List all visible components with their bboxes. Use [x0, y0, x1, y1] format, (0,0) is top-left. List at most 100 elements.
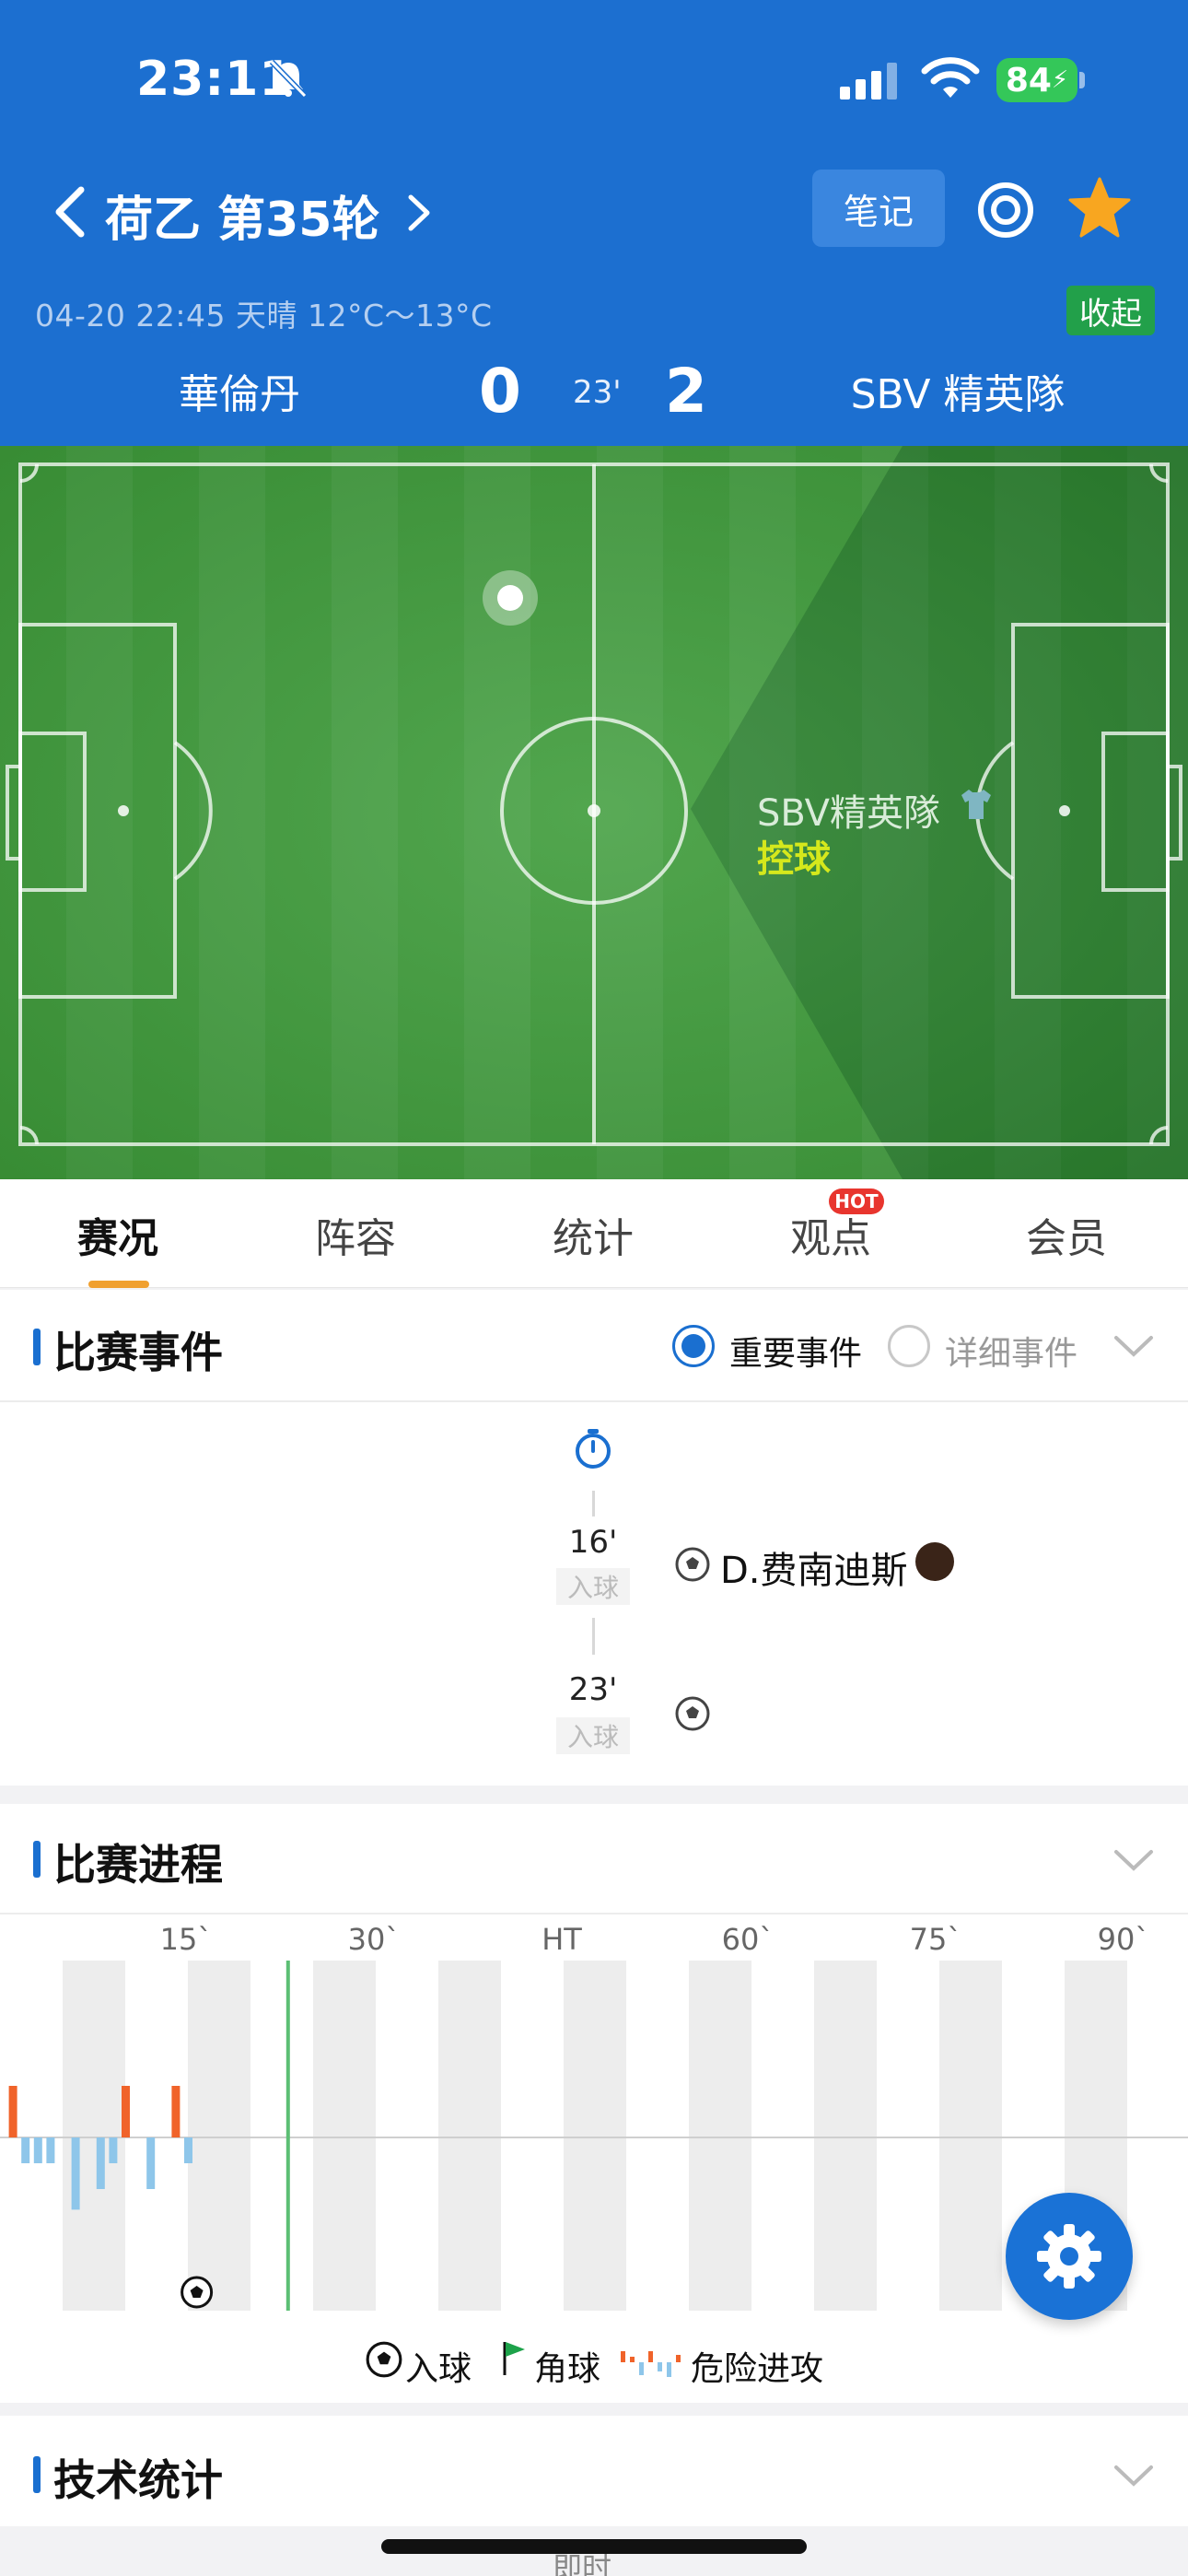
live-pitch	[0, 446, 1188, 1179]
time-band	[814, 1961, 877, 2311]
progress-chevron-down-icon[interactable]	[1112, 1846, 1155, 1874]
tech-chevron-down-icon[interactable]	[1112, 2462, 1155, 2489]
divider	[0, 1913, 1188, 1914]
attack-bar-away	[33, 2137, 42, 2163]
time-band	[564, 1961, 626, 2311]
attack-bar-away	[46, 2137, 55, 2163]
notes-button[interactable]: 笔记	[812, 170, 945, 247]
stopwatch-icon	[576, 1429, 611, 1469]
league-round-title[interactable]: 荷乙 第35轮	[105, 181, 379, 250]
important-events-label[interactable]: 重要事件	[729, 1327, 862, 1375]
tab-stats[interactable]: 统计	[501, 1205, 685, 1264]
time-band	[626, 1961, 689, 2311]
bell-off-icon	[269, 59, 308, 99]
event-player-name[interactable]: D.费南迪斯	[720, 1540, 908, 1594]
home-indicator[interactable]	[381, 2539, 807, 2554]
attack-bar-away	[71, 2137, 80, 2210]
away-team-name[interactable]: SBV 精英隊	[810, 361, 1105, 420]
axis-tick: 60`	[721, 1922, 775, 1957]
time-band	[250, 1961, 313, 2311]
axis-tick: 30`	[347, 1922, 401, 1957]
possession-label: 控球	[757, 838, 831, 881]
event-type-tag: 入球	[556, 1568, 630, 1605]
hot-badge: HOT	[829, 1188, 884, 1214]
time-band	[689, 1961, 751, 2311]
gear-icon	[1037, 2224, 1101, 2289]
attack-bar-away	[109, 2137, 118, 2163]
danger-attack-icon	[621, 2351, 681, 2377]
battery-level: 84	[1005, 61, 1052, 100]
time-band	[313, 1961, 376, 2311]
pitch-graphic	[0, 446, 1188, 1179]
events-chevron-down-icon[interactable]	[1112, 1332, 1155, 1360]
match-minute: 23'	[573, 374, 622, 411]
tab-opinions[interactable]: 观点	[739, 1205, 923, 1264]
attack-bar-home	[8, 2086, 17, 2137]
time-band	[438, 1961, 501, 2311]
active-tab-indicator	[88, 1281, 149, 1288]
match-header: 23:11 84 ⚡ 荷乙 第35轮 笔记 04-20 22:45 天晴 12°C…	[0, 0, 1188, 446]
battery-cap	[1079, 72, 1085, 88]
divider	[0, 1400, 1188, 1402]
settings-button[interactable]	[1006, 2193, 1133, 2320]
tab-member[interactable]: 会员	[974, 1205, 1159, 1264]
section-accent	[33, 1329, 41, 1365]
tab-lineup[interactable]: 阵容	[263, 1205, 448, 1264]
time-band	[376, 1961, 438, 2311]
home-team-name[interactable]: 華倫丹	[92, 361, 387, 420]
tab-bar: 赛况 阵容 统计 观点 会员	[0, 1179, 1188, 1288]
battery-indicator: 84 ⚡	[996, 58, 1077, 102]
wifi-icon	[921, 57, 980, 98]
axis-tick: 75`	[909, 1922, 962, 1957]
attack-bar-away	[146, 2137, 156, 2189]
time-band	[63, 1961, 125, 2311]
important-events-radio[interactable]	[672, 1325, 715, 1367]
collapse-button[interactable]: 收起	[1066, 286, 1155, 335]
timeline-line	[592, 1491, 595, 1516]
shirt-icon	[961, 790, 991, 819]
tab-live[interactable]: 赛况	[26, 1205, 210, 1264]
match-datetime-weather: 04-20 22:45 天晴 12°C～13°C	[35, 298, 493, 334]
ball-icon	[366, 2341, 402, 2378]
back-chevron-icon[interactable]	[52, 184, 88, 240]
attack-bar-home	[122, 2086, 130, 2137]
time-band	[501, 1961, 564, 2311]
event-minute: 16'	[568, 1524, 618, 1561]
progress-title: 比赛进程	[53, 1840, 223, 1890]
time-band	[751, 1961, 814, 2311]
detailed-events-label[interactable]: 详细事件	[945, 1327, 1077, 1375]
ball-position-marker	[483, 570, 538, 626]
detailed-events-radio[interactable]	[888, 1325, 930, 1367]
tech-stats-title: 技术统计	[53, 2455, 223, 2505]
target-icon[interactable]	[976, 181, 1035, 240]
axis-tick: HT	[542, 1922, 582, 1957]
attack-bar-away	[96, 2137, 105, 2189]
attack-bar-home	[171, 2086, 181, 2137]
axis-tick: 15`	[159, 1922, 213, 1957]
ball-icon	[675, 1696, 710, 1731]
forward-chevron-icon[interactable]	[405, 192, 433, 234]
ball-icon	[675, 1547, 710, 1582]
goal-marker-ball-icon	[181, 2276, 214, 2309]
timeline-line	[592, 1618, 595, 1655]
attack-bar-away	[21, 2137, 30, 2163]
event-minute: 23'	[568, 1671, 618, 1708]
time-band	[188, 1961, 250, 2311]
legend-corner: 角球	[534, 2350, 601, 2388]
section-accent	[33, 2456, 41, 2493]
away-score: 2	[665, 356, 707, 427]
axis-tick: 90`	[1097, 1922, 1150, 1957]
attack-bar-away	[184, 2137, 192, 2163]
time-band	[1127, 1961, 1188, 2311]
event-type-tag: 入球	[556, 1717, 630, 1754]
legend-danger-attack: 危险进攻	[691, 2350, 824, 2388]
time-band	[877, 1961, 939, 2311]
favorite-star-icon[interactable]	[1066, 175, 1133, 241]
legend-goal: 入球	[405, 2350, 472, 2388]
home-score: 0	[479, 356, 521, 427]
time-band	[939, 1961, 1002, 2311]
charging-icon: ⚡	[1051, 66, 1069, 94]
signal-icon	[840, 63, 897, 100]
section-accent	[33, 1841, 41, 1878]
events-title: 比赛事件	[53, 1328, 223, 1377]
